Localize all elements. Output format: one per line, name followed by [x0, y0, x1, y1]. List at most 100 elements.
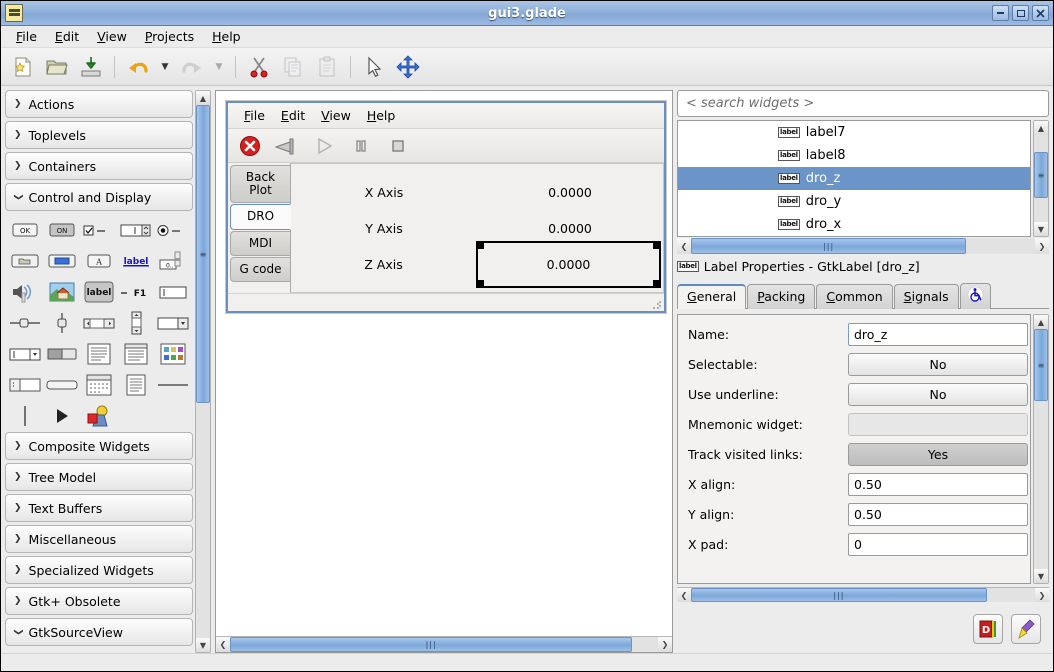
property-value[interactable] [848, 502, 1028, 526]
tree-item-dro-y[interactable]: label dro_y [678, 190, 1030, 213]
design-menu-file[interactable]: File [236, 106, 273, 125]
design-tab-back-plot[interactable]: Back Plot [230, 165, 290, 204]
design-menu-view[interactable]: View [313, 106, 359, 125]
documentation-button[interactable]: D [973, 614, 1003, 644]
palette-widget-file-chooser-button[interactable] [7, 250, 43, 272]
palette-widget-vscrollbar[interactable] [118, 311, 154, 335]
undo-button[interactable] [122, 52, 154, 82]
drag-resize-button[interactable] [392, 52, 424, 82]
y-axis-value[interactable]: 0.0000 [477, 221, 663, 236]
x-pad-field[interactable] [848, 532, 1028, 556]
x-axis-value[interactable]: 0.0000 [477, 185, 663, 200]
machine-power-button[interactable] [271, 133, 303, 159]
palette-widget-combo-box[interactable] [155, 312, 191, 334]
scroll-thumb[interactable]: ≡ [1034, 152, 1048, 198]
palette-widget-accel-label[interactable]: F1 [118, 281, 154, 303]
scroll-thumb[interactable]: ≡ [1034, 329, 1048, 401]
palette-widget-spin-button[interactable] [118, 219, 154, 241]
palette-widget-scale-button[interactable]: 0.. [155, 250, 191, 272]
scroll-down-button[interactable]: ▼ [196, 638, 210, 652]
palette-widget-image[interactable] [44, 281, 80, 303]
palette-vertical-scrollbar[interactable]: ▲ ≡ ▼ [195, 90, 211, 653]
design-menu-help[interactable]: Help [359, 106, 404, 125]
palette-widget-label[interactable]: label [81, 281, 117, 303]
resize-grip-icon[interactable] [652, 300, 662, 310]
scroll-up-button[interactable]: ▲ [1034, 121, 1048, 135]
new-project-button[interactable] [7, 52, 39, 82]
save-project-button[interactable] [75, 52, 107, 82]
estop-button[interactable] [234, 133, 266, 159]
scroll-right-button[interactable]: ❯ [1035, 588, 1049, 602]
palette-widget-combo-box-entry[interactable] [7, 343, 43, 365]
search-widgets-input[interactable]: < search widgets > [677, 90, 1049, 117]
tab-signals[interactable]: Signals [893, 284, 959, 309]
tree-item-dro-z[interactable]: label dro_z [678, 167, 1030, 190]
design-tab-dro[interactable]: DRO [230, 204, 291, 230]
maximize-button[interactable] [1012, 5, 1029, 21]
properties-vertical-scrollbar[interactable]: ▲ ≡ ▼ [1033, 314, 1049, 584]
menu-projects[interactable]: Projects [136, 27, 203, 46]
palette-category-gtk-obsolete[interactable]: ❯ Gtk+ Obsolete [5, 587, 193, 615]
tree-item-label8[interactable]: label label8 [678, 144, 1030, 167]
palette-widget-text-view[interactable] [81, 343, 117, 365]
palette-widget-tree-view[interactable] [118, 343, 154, 365]
design-preview-window[interactable]: File Edit View Help Back Plot DRO MDI G … [226, 101, 666, 313]
palette-category-composite-widgets[interactable]: ❯ Composite Widgets [5, 432, 193, 460]
palette-widget-color-button[interactable] [44, 250, 80, 272]
selection-handle-top-left[interactable] [477, 242, 484, 249]
selectable-toggle[interactable]: No [848, 352, 1028, 376]
palette-widget-radio-button[interactable] [155, 219, 191, 241]
palette-widget-toggle-button[interactable]: ON [44, 219, 80, 241]
minimize-button[interactable] [992, 5, 1009, 21]
palette-widget-vseparator[interactable] [7, 405, 43, 427]
menu-view[interactable]: View [88, 27, 136, 46]
tree-item-label7[interactable]: label label7 [678, 121, 1030, 144]
scroll-track[interactable]: ≡ [1034, 329, 1048, 569]
tab-packing[interactable]: Packing [747, 284, 816, 309]
tree-horizontal-scrollbar[interactable]: ❮ ||| ❯ [677, 238, 1049, 254]
palette-widget-entry[interactable] [155, 281, 191, 303]
palette-widget-vscale[interactable] [44, 312, 80, 334]
palette-category-toplevels[interactable]: ❯ Toplevels [5, 121, 193, 149]
property-value[interactable]: Yes [848, 442, 1028, 466]
palette-widget-level-bar[interactable] [44, 374, 80, 396]
property-value[interactable] [848, 322, 1028, 346]
tab-general[interactable]: General [677, 284, 747, 309]
scroll-down-button[interactable]: ▼ [1034, 569, 1048, 583]
z-axis-value-selected[interactable]: 0.0000 [475, 240, 661, 288]
palette-widget-hscale[interactable] [7, 312, 43, 334]
tab-common[interactable]: Common [816, 284, 893, 309]
scroll-track[interactable]: ≡ [1034, 135, 1048, 222]
canvas-horizontal-scrollbar[interactable]: ❮ ||| ❯ [216, 636, 672, 652]
palette-widget-link-button[interactable]: label [118, 250, 154, 272]
scroll-down-button[interactable]: ▼ [1034, 222, 1048, 236]
palette-widget-list-box[interactable] [7, 374, 43, 396]
palette-widget-volume-button[interactable] [7, 281, 43, 303]
palette-category-tree-model[interactable]: ❯ Tree Model [5, 463, 193, 491]
palette-widget-arrow[interactable] [44, 405, 80, 427]
scroll-track[interactable]: ≡ [196, 105, 210, 638]
menu-help[interactable]: Help [203, 27, 250, 46]
design-canvas[interactable]: File Edit View Help Back Plot DRO MDI G … [216, 91, 672, 636]
palette-category-specialized-widgets[interactable]: ❯ Specialized Widgets [5, 556, 193, 584]
pause-button[interactable] [345, 133, 377, 159]
run-button[interactable] [308, 133, 340, 159]
palette-widget-check-button[interactable] [81, 219, 117, 241]
scroll-left-button[interactable]: ❮ [677, 238, 691, 254]
open-project-button[interactable] [41, 52, 73, 82]
design-menu-edit[interactable]: Edit [273, 106, 313, 125]
property-value[interactable]: No [848, 382, 1028, 406]
properties-horizontal-scrollbar[interactable]: ❮ ||| ❯ [677, 587, 1049, 602]
scroll-left-button[interactable]: ❮ [216, 637, 230, 652]
palette-widget-list-store[interactable] [118, 374, 154, 396]
palette-widget-hscrollbar[interactable] [81, 312, 117, 334]
tab-accessibility[interactable] [959, 283, 991, 309]
palette-widget-font-button[interactable]: A [81, 250, 117, 272]
scroll-track[interactable]: ||| [691, 588, 1035, 602]
property-value[interactable]: No [848, 352, 1028, 376]
track-visited-links-toggle[interactable]: Yes [848, 442, 1028, 466]
palette-category-control-and-display[interactable]: ❯ Control and Display [5, 183, 193, 211]
scroll-left-button[interactable]: ❮ [677, 588, 691, 602]
select-pointer-button[interactable] [358, 52, 390, 82]
name-field[interactable] [848, 322, 1028, 346]
